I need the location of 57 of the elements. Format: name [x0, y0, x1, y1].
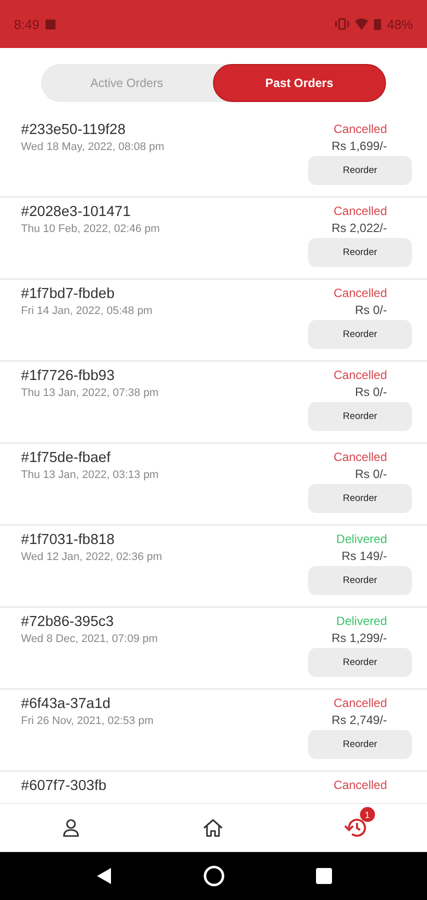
order-id: #6f43a-37a1d — [21, 696, 112, 712]
order-id: #233e50-119f28 — [21, 122, 127, 138]
reorder-button[interactable]: Reorder — [308, 320, 412, 349]
order-status: Delivered — [336, 532, 387, 546]
order-status: Cancelled — [334, 450, 387, 464]
order-tab[interactable]: Past Orders — [212, 64, 386, 102]
order-amount: Rs 0/- — [354, 385, 387, 399]
order-date: Fri 14 Jan, 2022, 05:48 pm — [21, 305, 152, 317]
order-amount: Rs 0/- — [354, 467, 387, 481]
order-amount: Rs 2,022/- — [332, 221, 387, 235]
wifi-icon — [354, 18, 368, 30]
order-date: Thu 13 Jan, 2022, 03:13 pm — [21, 469, 159, 481]
order-amount: Rs 2,749/- — [332, 713, 387, 727]
order-status: Cancelled — [334, 778, 387, 792]
order-amount: Rs 1,699/- — [332, 139, 387, 153]
history-tab[interactable]: 1 — [284, 804, 427, 852]
order-status: Cancelled — [334, 204, 387, 218]
reorder-button[interactable]: Reorder — [308, 484, 412, 513]
order-amount: Rs 0/- — [354, 303, 387, 317]
reorder-button[interactable]: Reorder — [308, 156, 412, 185]
image-icon — [45, 18, 56, 30]
order-status: Cancelled — [334, 696, 387, 710]
order-date: Wed 8 Dec, 2021, 07:09 pm — [21, 633, 158, 645]
home-icon — [202, 818, 224, 838]
reorder-button[interactable]: Reorder — [308, 730, 412, 759]
order-status: Cancelled — [334, 368, 387, 382]
order-date: Thu 13 Jan, 2022, 07:38 pm — [21, 387, 159, 399]
notification-badge: 1 — [360, 807, 375, 822]
reorder-button[interactable]: Reorder — [308, 238, 412, 267]
order-status: Delivered — [336, 614, 387, 628]
order-id: #1f7726-fbb93 — [21, 368, 116, 384]
recents-icon[interactable] — [316, 868, 332, 884]
status-time: 8:49 — [14, 16, 40, 32]
history-icon — [344, 817, 368, 839]
order-amount: Rs 149/- — [342, 549, 387, 563]
order-id: #2028e3-101471 — [21, 204, 132, 220]
order-id: #1f7031-fb818 — [21, 532, 116, 548]
reorder-button[interactable]: Reorder — [308, 566, 412, 595]
order-status: Cancelled — [334, 122, 387, 136]
order-date: Wed 12 Jan, 2022, 02:36 pm — [21, 551, 162, 563]
reorder-button[interactable]: Reorder — [308, 402, 412, 431]
order-date: Thu 10 Feb, 2022, 02:46 pm — [21, 223, 160, 235]
person-icon — [61, 818, 82, 838]
order-id: #607f7-303fb — [21, 778, 106, 794]
order-id: #72b86-395c3 — [21, 614, 115, 630]
order-date: Fri 26 Nov, 2021, 02:53 pm — [21, 715, 154, 727]
order-amount: Rs 1,299/- — [332, 631, 387, 645]
battery-level: 48% — [386, 16, 413, 32]
order-status: Cancelled — [334, 286, 387, 300]
reorder-button[interactable]: Reorder — [308, 648, 412, 677]
vibrate-icon — [334, 18, 349, 30]
order-id: #1f75de-fbaef — [21, 450, 112, 466]
battery-icon — [374, 18, 381, 30]
order-id: #1f7bd7-fbdeb — [21, 286, 116, 302]
back-icon[interactable] — [96, 867, 112, 885]
order-date: Wed 18 May, 2022, 08:08 pm — [21, 141, 164, 153]
home-circle-icon[interactable] — [202, 865, 224, 887]
